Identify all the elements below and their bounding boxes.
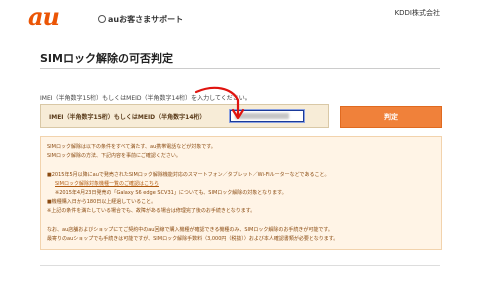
bottom-divider: [40, 265, 440, 266]
imei-label: IMEI（半角数字15桁）もしくはMEID（半角数字14桁）: [49, 114, 206, 121]
support-link[interactable]: auお客さまサポート: [98, 14, 183, 25]
device-list-link[interactable]: SIMロック解除対象機種一覧のご確認はこちら: [55, 180, 159, 187]
redacted-imei-value: [235, 113, 289, 119]
title-divider: [40, 68, 440, 69]
notice-box: SIMロック解除は以下の条件をすべて満たす、au携帯電話などが対象です。 SIM…: [40, 136, 442, 250]
site-header: au auお客さまサポート KDDI株式会社: [0, 0, 480, 34]
support-icon: [98, 15, 106, 23]
notice-line: ■2015年5月以降にauで発売されたSIMロック解除機能対応のスマートフォン／…: [47, 172, 330, 178]
page-title: SIMロック解除の可否判定: [40, 52, 173, 65]
company-name: KDDI株式会社: [394, 9, 440, 17]
notice-line: なお、au店舗およびショップにてご契約中のau回線で購入機種が確認できる機種のみ…: [47, 227, 333, 233]
input-hint: IMEI（半角数字15桁）もしくはMEID（半角数字14桁）を入力してください。: [40, 95, 251, 102]
notice-line: ※上記の条件を満たしている場合でも、故障がある場合は修理完了後のお手続きとなりま…: [47, 208, 256, 214]
support-label: auお客さまサポート: [108, 15, 184, 24]
imei-form: IMEI（半角数字15桁）もしくはMEID（半角数字14桁）: [40, 104, 329, 128]
notice-line: ※2015年4月23日発売の「Galaxy S6 edge SCV31」について…: [55, 190, 287, 196]
notice-line: ■機種購入日から180日以上経過していること。: [47, 199, 157, 205]
notice-line: 最寄りのauショップでも手続きは可能ですが、SIMロック解除手数料（3,000円…: [47, 236, 339, 242]
judge-button[interactable]: 判定: [340, 106, 442, 128]
notice-line: SIMロック解除は以下の条件をすべて満たす、au携帯電話などが対象です。: [47, 144, 216, 150]
notice-line: SIMロック解除の方法、下記内容を事前にご確認ください。: [47, 153, 181, 159]
au-logo[interactable]: au: [28, 3, 60, 31]
